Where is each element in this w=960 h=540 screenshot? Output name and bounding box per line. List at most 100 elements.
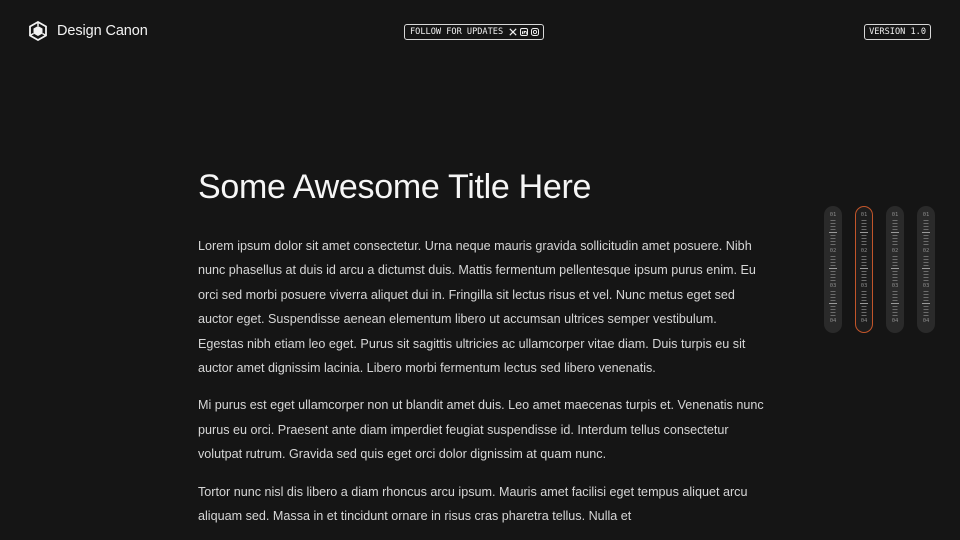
- pill-label: 02: [829, 248, 837, 254]
- pill-tick: [830, 238, 836, 239]
- pill-tick: [892, 315, 898, 316]
- pill-tick: [861, 223, 867, 224]
- pill-tick: [861, 238, 867, 239]
- pill-tick: [892, 244, 898, 245]
- pill-tick: [892, 238, 898, 239]
- pill-tick: [861, 256, 867, 257]
- pill-label: 04: [891, 318, 899, 324]
- pill-tick: [922, 303, 930, 304]
- pill-tick: [892, 309, 898, 310]
- pill-label: 01: [860, 212, 868, 218]
- pill-tick: [923, 235, 929, 236]
- version-slider-pill[interactable]: 01 02 03 04: [824, 206, 842, 333]
- pill-tick: [861, 309, 867, 310]
- pill-tick: [923, 291, 929, 292]
- follow-updates-badge[interactable]: FOLLOW FOR UPDATES: [404, 24, 545, 40]
- pill-tick: [861, 315, 867, 316]
- pill-tick: [830, 312, 836, 313]
- pill-tick: [829, 303, 837, 304]
- pill-tick: [861, 235, 867, 236]
- pill-tick: [892, 265, 898, 266]
- article-paragraph: Lorem ipsum dolor sit amet consectetur. …: [198, 239, 756, 376]
- pill-tick: [861, 259, 867, 260]
- pill-tick: [892, 220, 898, 221]
- pill-tick: [861, 241, 867, 242]
- pill-tick: [892, 312, 898, 313]
- pill-tick: [830, 315, 836, 316]
- pill-label: 03: [922, 283, 930, 289]
- linkedin-icon[interactable]: [520, 28, 529, 36]
- pill-tick: [830, 291, 836, 292]
- pill-tick: [861, 220, 867, 221]
- version-badge: VERSION 1.0: [864, 24, 931, 40]
- pill-tick: [830, 259, 836, 260]
- pill-tick: [861, 244, 867, 245]
- version-slider-pill[interactable]: 01 02 03 04: [917, 206, 935, 333]
- pill-tick: [830, 241, 836, 242]
- pill-tick: [923, 271, 929, 272]
- pill-tick: [861, 274, 867, 275]
- pill-tick: [830, 280, 836, 281]
- pill-tick: [923, 244, 929, 245]
- pill-tick: [892, 280, 898, 281]
- pill-tick: [829, 268, 837, 269]
- pill-tick: [923, 265, 929, 266]
- pill-tick: [830, 262, 836, 263]
- pill-tick: [923, 294, 929, 295]
- pill-tick: [923, 223, 929, 224]
- article-paragraph: Tortor nunc nisl dis libero a diam rhonc…: [198, 484, 748, 524]
- pill-tick: [861, 262, 867, 263]
- brand-link[interactable]: Design Canon: [28, 21, 148, 41]
- pill-label: 04: [922, 318, 930, 324]
- pill-label: 01: [922, 212, 930, 218]
- pill-tick: [861, 297, 867, 298]
- pill-tick: [891, 268, 899, 269]
- pill-tick: [830, 244, 836, 245]
- pill-tick: [892, 223, 898, 224]
- pill-tick: [923, 274, 929, 275]
- pill-tick: [861, 265, 867, 266]
- pill-tick: [861, 229, 867, 230]
- pill-tick: [923, 259, 929, 260]
- pill-tick: [923, 300, 929, 301]
- pill-tick: [861, 294, 867, 295]
- pill-tick: [892, 291, 898, 292]
- pill-tick: [830, 300, 836, 301]
- pill-tick: [892, 226, 898, 227]
- follow-label: FOLLOW FOR UPDATES: [410, 27, 504, 37]
- pill-tick: [892, 274, 898, 275]
- pill-tick: [891, 303, 899, 304]
- x-icon[interactable]: [509, 28, 517, 36]
- pill-tick: [892, 262, 898, 263]
- pill-tick: [830, 220, 836, 221]
- pill-tick: [830, 235, 836, 236]
- pill-tick: [923, 315, 929, 316]
- instagram-icon[interactable]: [531, 28, 540, 36]
- version-slider-pill[interactable]: 01 02 03 04: [886, 206, 904, 333]
- page: Design Canon FOLLOW FOR UPDATES VERSION …: [0, 0, 960, 540]
- pill-tick: [923, 220, 929, 221]
- pill-tick: [892, 241, 898, 242]
- pill-tick: [860, 232, 868, 233]
- pill-label: 04: [860, 318, 868, 324]
- brand-name: Design Canon: [57, 23, 148, 39]
- pill-label: 02: [891, 248, 899, 254]
- pill-tick: [830, 306, 836, 307]
- pill-tick: [923, 306, 929, 307]
- pill-tick: [892, 256, 898, 257]
- pill-tick: [830, 297, 836, 298]
- pill-tick: [923, 262, 929, 263]
- version-slider-pill[interactable]: 01 02 03 04: [855, 206, 873, 333]
- pill-tick: [830, 309, 836, 310]
- pill-label: 03: [891, 283, 899, 289]
- pill-tick: [923, 241, 929, 242]
- pill-tick: [861, 312, 867, 313]
- pill-tick: [861, 306, 867, 307]
- pill-tick: [892, 259, 898, 260]
- pill-tick: [923, 226, 929, 227]
- version-slider-group: 01 02 03 04 01 02 03 04 01 02 03 04 01 02 03 04: [824, 206, 935, 333]
- pill-label: 02: [922, 248, 930, 254]
- pill-tick: [892, 271, 898, 272]
- pill-tick: [892, 306, 898, 307]
- pill-tick: [830, 294, 836, 295]
